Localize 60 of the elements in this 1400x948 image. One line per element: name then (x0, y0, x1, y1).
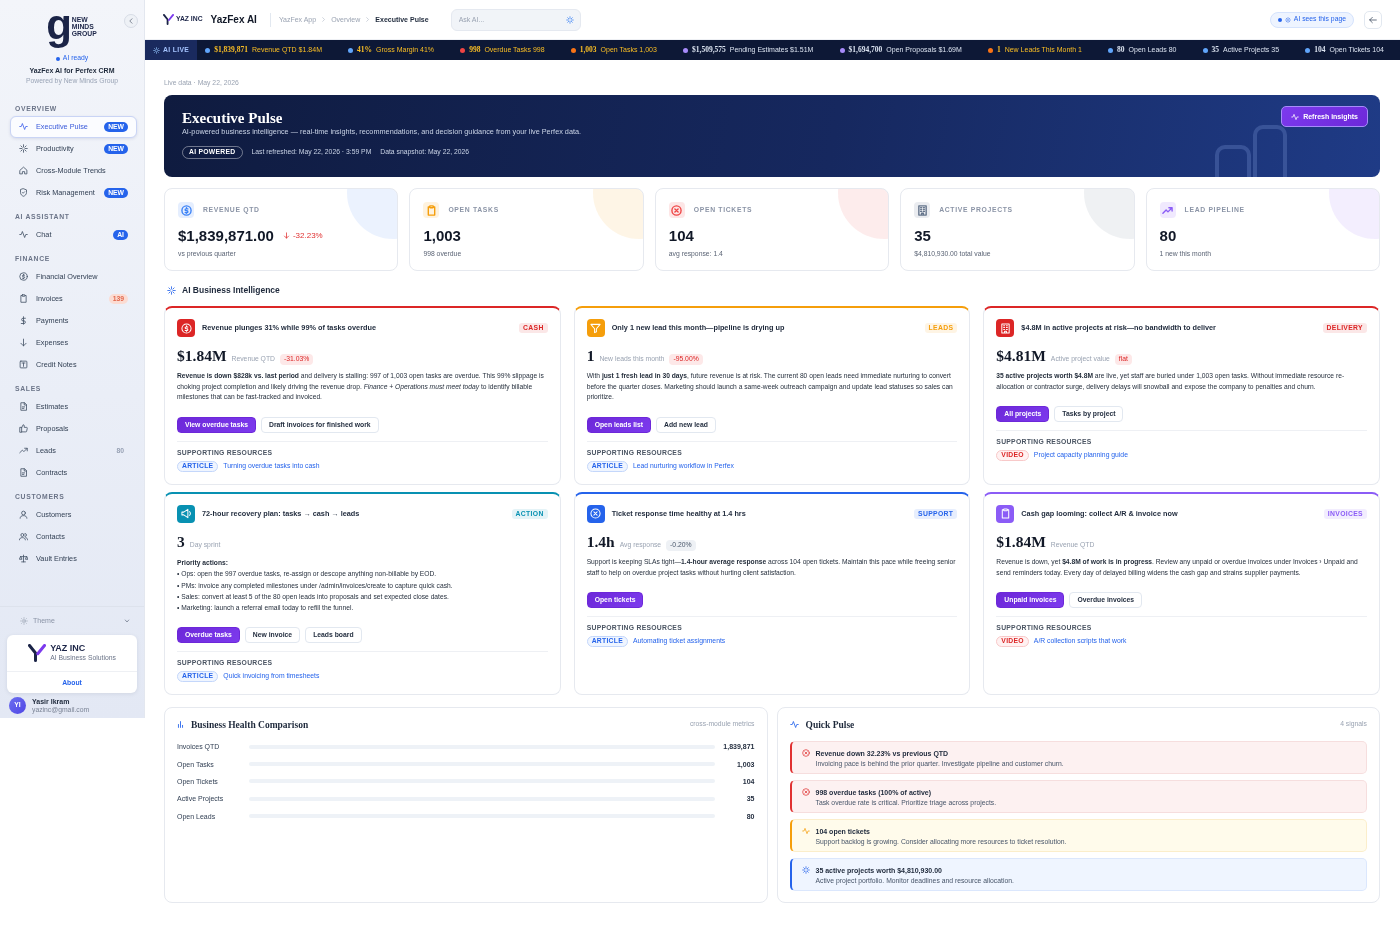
x-circle-icon (801, 749, 810, 758)
dollar-circle-icon (19, 272, 28, 282)
sparkle-icon (167, 286, 176, 295)
pulse-icon (1291, 112, 1300, 121)
thumbs-up-icon (19, 424, 28, 434)
change-value: -32.23% (292, 230, 323, 242)
stat-value: 80 (1159, 227, 1177, 245)
x-circle-icon (801, 788, 810, 797)
sun-icon (20, 617, 28, 625)
stat-value: $1,839,871.00 (178, 227, 274, 245)
chevron-right-icon (321, 17, 327, 22)
app-title: YazFex AI (210, 13, 257, 26)
logo-letter: g (46, 0, 71, 50)
chevron-left-icon (128, 18, 134, 24)
note-icon (19, 360, 28, 370)
back-button[interactable] (1364, 10, 1382, 29)
user-icon (19, 510, 28, 520)
stat-value: 35 (914, 227, 931, 245)
sparkle-icon (153, 46, 160, 54)
home-icon (19, 166, 28, 176)
sparkle-icon (801, 866, 810, 875)
pulse-icon (789, 720, 799, 730)
clipboard-icon (19, 294, 28, 304)
chevron-down-icon (124, 618, 130, 624)
sparkle-icon (19, 144, 28, 154)
sparkle-icon (565, 15, 574, 24)
back-arrow-icon (1369, 15, 1377, 24)
down-arrow-icon (19, 338, 28, 348)
metric-value: $1.84M (996, 532, 1046, 551)
metric-value: $1.84M (177, 347, 227, 365)
pulse-icon (801, 827, 810, 836)
collapse-button[interactable] (124, 14, 138, 28)
shield-icon (19, 188, 28, 198)
logo-icon (163, 14, 174, 25)
metric-value: $4.81M (996, 347, 1046, 365)
brand-name: YAZ INC (50, 643, 87, 654)
down-arrow-icon (282, 232, 290, 240)
logo-icon (28, 644, 47, 662)
pulse-icon (19, 230, 28, 240)
hero-title: Executive Pulse (182, 110, 284, 127)
stat-value: 104 (668, 227, 694, 245)
panel-title: Business Health Comparison (191, 718, 310, 731)
chevron-right-icon (365, 17, 371, 22)
file-icon (19, 402, 28, 412)
metric-value: 1 (586, 347, 595, 365)
dot-icon (55, 56, 60, 61)
bar-chart-icon (177, 721, 184, 729)
users-icon (19, 532, 28, 542)
dot-icon (1277, 17, 1282, 22)
sparkle-icon (1284, 16, 1291, 23)
trend-up-icon (19, 446, 28, 456)
panel-title: Quick Pulse (805, 718, 856, 731)
metric-value: 1.4h (586, 532, 615, 551)
stat-value: 1,003 (423, 227, 461, 245)
section-heading: AI Business Intelligence (182, 285, 280, 296)
metric-value: 3 (177, 532, 185, 551)
pulse-icon (19, 122, 28, 132)
scale-icon (19, 554, 28, 564)
file-icon (19, 468, 28, 478)
dollar-icon (19, 316, 28, 326)
